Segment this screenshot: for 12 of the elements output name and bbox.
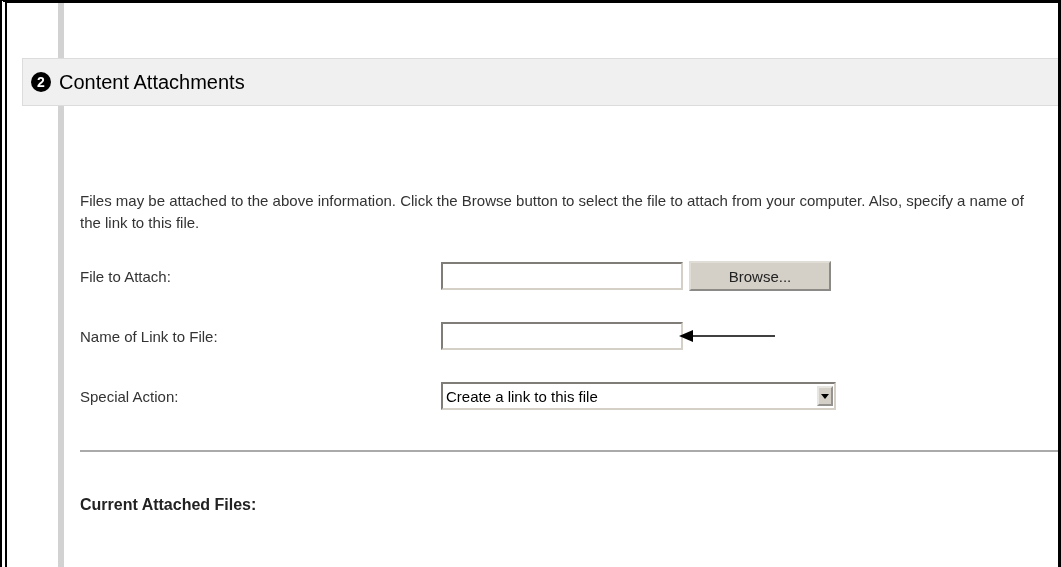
field-label: Special Action: [80,387,180,405]
field-label: Name of Link to File: [80,327,219,345]
caret-icon[interactable] [817,386,833,406]
file-field[interactable] [441,262,683,290]
intro-text: Files may be attached to the above information. Click the Browse button to select the file to attach from your computer. Also, specify a name of the link to this file. [80,191,1025,233]
section-title: Content Attachments [59,70,245,94]
input-field[interactable] [441,322,683,350]
field-label: File to Attach: [80,267,172,285]
step-number: 2 [31,72,51,92]
attached-files-heading: Current Attached Files: [80,496,258,514]
browse-button[interactable]: Browse... [689,261,831,291]
dropdown[interactable]: Create a link to this file [441,382,836,410]
